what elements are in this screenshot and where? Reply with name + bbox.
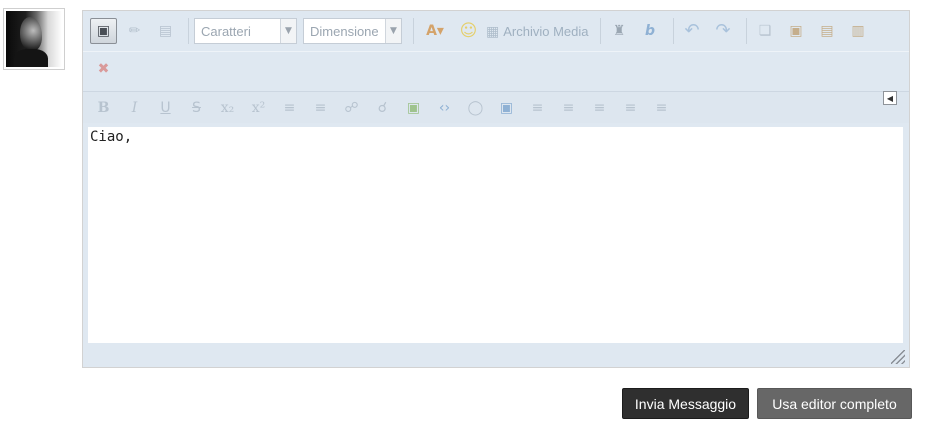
toolbar-row-2: ✖	[83, 51, 909, 85]
subscript-icon: x₂	[220, 99, 235, 116]
underline-icon: U	[160, 99, 171, 116]
media-library-button[interactable]: ▦ Archivio Media	[486, 23, 589, 40]
undo-button[interactable]: ↶	[679, 18, 706, 44]
image-icon: ▣	[406, 99, 421, 116]
toolbar-separator	[745, 18, 747, 44]
copy-button[interactable]: ❏	[752, 18, 779, 44]
media-library-icon: ▦	[486, 22, 500, 39]
toolbar-separator	[413, 18, 414, 44]
outdent-button[interactable]: ≡	[524, 95, 551, 121]
anchor-icon: ♜	[612, 23, 626, 39]
avatar	[3, 8, 65, 70]
align-left-icon: ≡	[593, 99, 606, 116]
underline-button[interactable]: U	[152, 95, 179, 121]
superscript-button[interactable]: x²	[245, 95, 272, 121]
indent-button[interactable]: ≡	[555, 95, 582, 121]
bold-icon: B	[97, 99, 110, 116]
resize-handle-icon[interactable]	[891, 350, 905, 364]
full-editor-button[interactable]: Usa editor completo	[757, 388, 912, 419]
font-family-label: Caratteri	[201, 23, 251, 39]
paste-button[interactable]: ▣	[783, 18, 810, 44]
quote-icon: ◯	[467, 99, 484, 116]
chevron-down-icon: ▼	[280, 19, 296, 43]
editor-text: Ciao,	[90, 129, 133, 145]
insert-link-button[interactable]: ☍	[338, 95, 365, 121]
rich-text-editor: ▣ ✏ ▤ Caratteri ▼ Dimensione ▼ A▾ ☺ ▦ Ar…	[82, 10, 910, 368]
indent-icon: ≡	[562, 99, 575, 116]
unlink-icon: ☌	[377, 99, 388, 116]
redo-button[interactable]: ↷	[710, 18, 737, 44]
paste-text-button[interactable]: ▤	[814, 18, 841, 44]
bulleted-list-icon: ≡	[283, 99, 296, 116]
toolbar-separator	[672, 18, 674, 44]
toolbar-row-1: ▣ ✏ ▤ Caratteri ▼ Dimensione ▼ A▾ ☺ ▦ Ar…	[83, 14, 909, 48]
toolbar-row-3: B I U S x₂ x² ≡ ≡ ☍ ☌ ▣ ‹› ◯ ▣ ≡ ≡ ≡ ≡ ≡	[83, 91, 909, 123]
italic-button[interactable]: I	[121, 95, 148, 121]
align-center-button[interactable]: ≡	[617, 95, 644, 121]
insert-image-button[interactable]: ▣	[400, 95, 427, 121]
media-library-label: Archivio Media	[503, 23, 589, 39]
numbered-list-icon: ≡	[314, 99, 327, 116]
bold-button[interactable]: B	[90, 95, 117, 121]
chevron-down-icon: ▼	[385, 19, 401, 43]
quote-button[interactable]: ◯	[462, 95, 489, 121]
font-color-icon: A▾	[426, 23, 444, 39]
source-mode-icon: ▣	[96, 23, 111, 39]
align-right-button[interactable]: ≡	[648, 95, 675, 121]
font-color-button[interactable]: A▾	[419, 18, 451, 44]
anchor-button[interactable]: ♜	[606, 18, 633, 44]
smiley-icon: ☺	[459, 20, 478, 41]
superscript-icon: x²	[251, 99, 266, 116]
spellcheck-icon: ✖	[97, 60, 110, 77]
paste-word-icon: ▥	[851, 23, 865, 39]
paste-word-button[interactable]: ▥	[845, 18, 872, 44]
remove-format-button[interactable]: ✏	[121, 18, 148, 44]
copy-icon: ❏	[758, 23, 772, 39]
toolbar-separator	[188, 18, 189, 44]
strikethrough-button[interactable]: S	[183, 95, 210, 121]
paste-text-icon: ▤	[820, 23, 834, 39]
bulleted-list-button[interactable]: ≡	[276, 95, 303, 121]
send-message-button[interactable]: Invia Messaggio	[622, 388, 749, 419]
table-icon: ▤	[158, 23, 173, 39]
redo-icon: ↷	[715, 20, 731, 41]
source-mode-button[interactable]: ▣	[90, 18, 117, 44]
blockquote-icon: ▣	[499, 99, 514, 116]
code-icon: ‹›	[438, 99, 451, 116]
spellcheck-button[interactable]: ✖	[90, 56, 117, 82]
avatar-image	[6, 11, 62, 67]
collapse-toolbar-button[interactable]: ◀	[883, 91, 897, 105]
strikethrough-icon: S	[192, 99, 201, 116]
numbered-list-button[interactable]: ≡	[307, 95, 334, 121]
font-size-label: Dimensione	[310, 23, 379, 39]
toolbar-separator	[599, 18, 601, 44]
remove-link-button[interactable]: ☌	[369, 95, 396, 121]
align-left-button[interactable]: ≡	[586, 95, 613, 121]
align-center-icon: ≡	[624, 99, 637, 116]
remove-format-icon: ✏	[128, 23, 141, 39]
abbreviation-button[interactable]: b	[637, 18, 664, 44]
align-right-icon: ≡	[655, 99, 668, 116]
blockquote-button[interactable]: ▣	[493, 95, 520, 121]
link-icon: ☍	[344, 99, 359, 116]
subscript-button[interactable]: x₂	[214, 95, 241, 121]
paste-icon: ▣	[789, 23, 803, 39]
abbreviation-icon: b	[644, 23, 656, 39]
outdent-icon: ≡	[531, 99, 544, 116]
collapse-icon: ◀	[886, 93, 894, 103]
table-button[interactable]: ▤	[152, 18, 179, 44]
font-size-select[interactable]: Dimensione ▼	[303, 18, 402, 44]
editor-content-area[interactable]: Ciao,	[88, 127, 903, 343]
undo-icon: ↶	[684, 20, 700, 41]
smiley-button[interactable]: ☺	[455, 18, 482, 44]
font-family-select[interactable]: Caratteri ▼	[194, 18, 297, 44]
italic-icon: I	[131, 99, 138, 116]
code-button[interactable]: ‹›	[431, 95, 458, 121]
